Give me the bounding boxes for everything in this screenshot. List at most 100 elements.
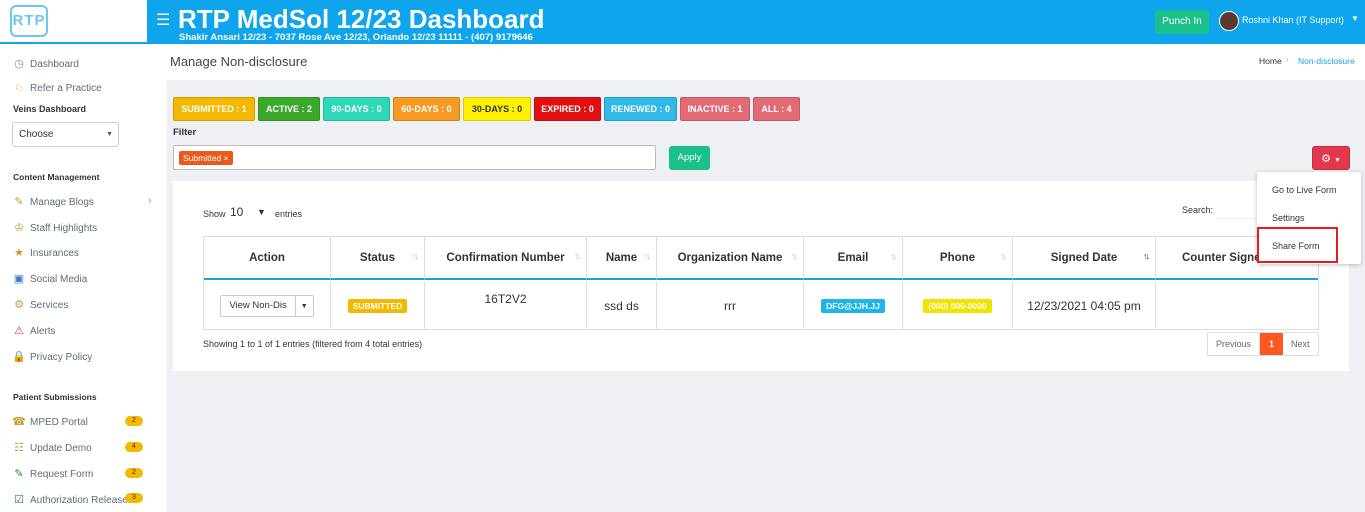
- status-all-button[interactable]: ALL : 4: [753, 97, 800, 121]
- column-header-email[interactable]: Email ↑↓: [804, 237, 903, 280]
- sidebar-item-dashboard[interactable]: ◷ Dashboard: [12, 57, 79, 71]
- punch-in-button[interactable]: Punch In: [1155, 10, 1209, 34]
- entries-select[interactable]: 10: [230, 205, 243, 219]
- sidebar-item-staff-highlights[interactable]: ♔ Staff Highlights: [12, 221, 97, 235]
- count-badge: 3: [125, 493, 143, 503]
- staff-icon: ♔: [14, 222, 24, 234]
- sidebar-item-authorization-release[interactable]: ☑ Authorization Release: [12, 493, 128, 507]
- table-cell-confirmation: 16T2V2: [425, 282, 587, 329]
- sort-icon: ↑↓: [1000, 251, 1007, 261]
- sort-icon: ↑↓: [791, 251, 798, 261]
- sort-icon: ↑↓: [890, 251, 897, 261]
- count-badge: 2: [125, 468, 143, 478]
- logo: RTP: [10, 5, 48, 37]
- status-renewed-button[interactable]: RENEWED : 0: [604, 97, 677, 121]
- status-badge: SUBMITTED: [347, 299, 408, 313]
- sidebar: ◷ Dashboard ♘ Refer a Practice Veins Das…: [0, 44, 167, 512]
- table-cell-phone: (000) 000-0000: [903, 282, 1013, 329]
- veins-label: Veins Dashboard: [13, 104, 87, 114]
- dashboard-icon: ◷: [14, 58, 24, 70]
- sidebar-item-social-media[interactable]: ▣ Social Media: [12, 272, 87, 286]
- sidebar-item-privacy-policy[interactable]: 🔒 Privacy Policy: [12, 350, 92, 364]
- view-non-dis-button[interactable]: View Non-Dis ▼: [220, 295, 314, 317]
- search-label: Search:: [1182, 205, 1214, 215]
- sort-icon: ↑↓: [644, 251, 651, 261]
- phone-badge[interactable]: (000) 000-0000: [923, 299, 992, 313]
- column-header-organization[interactable]: Organization Name ↑↓: [657, 237, 804, 280]
- refer-icon: ♘: [14, 82, 24, 94]
- gear-icon: ⚙: [1321, 153, 1331, 165]
- sidebar-item-refer[interactable]: ♘ Refer a Practice: [12, 81, 102, 95]
- page-title-bar: Manage Non-disclosure Home › Non-disclos…: [167, 44, 1365, 80]
- column-header-phone[interactable]: Phone ↑↓: [903, 237, 1013, 280]
- breadcrumb-home[interactable]: Home: [1259, 56, 1282, 66]
- chevron-down-icon[interactable]: ▼: [296, 303, 313, 310]
- column-header-name[interactable]: Name ↑↓: [587, 237, 657, 280]
- sidebar-item-services[interactable]: ⚙ Services: [12, 298, 68, 312]
- table-cell-signed-date: 12/23/2021 04:05 pm: [1013, 282, 1156, 329]
- blog-icon: ✎: [14, 196, 24, 208]
- status-inactive-button[interactable]: INACTIVE : 1: [680, 97, 750, 121]
- chevron-down-icon[interactable]: ▼: [1351, 14, 1359, 23]
- menu-item-go-to-live-form[interactable]: Go to Live Form: [1272, 185, 1337, 195]
- page-title: Manage Non-disclosure: [170, 54, 308, 69]
- table-cell-name: ssd ds: [587, 282, 657, 329]
- privacy-icon: 🔒: [12, 351, 26, 363]
- email-badge[interactable]: DFG@JJH.JJ: [821, 299, 885, 313]
- status-expired-button[interactable]: EXPIRED : 0: [534, 97, 601, 121]
- table-cell-organization: rrr: [657, 282, 804, 329]
- portal-icon: ☎: [12, 416, 26, 428]
- chevron-right-icon[interactable]: ›: [148, 195, 151, 206]
- sort-icon: ↑↓: [412, 251, 419, 261]
- table-cell-email: DFG@JJH.JJ: [804, 282, 903, 329]
- table-card: Show 10 ▼ entries Search: Action Status ↑…: [173, 181, 1349, 371]
- previous-page-button[interactable]: Previous: [1208, 333, 1261, 355]
- filter-input[interactable]: Submitted ×: [173, 145, 656, 170]
- table-cell-status: SUBMITTED: [331, 282, 425, 329]
- settings-gear-button[interactable]: ⚙ ▼: [1312, 146, 1350, 170]
- hamburger-menu-icon[interactable]: ☰: [156, 10, 170, 30]
- share-form-highlight-box: [1257, 227, 1338, 263]
- next-page-button[interactable]: Next: [1283, 333, 1318, 355]
- count-badge: 4: [125, 442, 143, 452]
- app-title: RTP MedSol 12/23 Dashboard: [178, 4, 545, 34]
- demo-icon: ☷: [14, 442, 24, 454]
- status-active-button[interactable]: ACTIVE : 2: [258, 97, 320, 121]
- sidebar-item-request-form[interactable]: ✎ Request Form: [12, 467, 93, 481]
- pagination: Previous 1 Next: [1207, 332, 1319, 356]
- column-header-confirmation[interactable]: Confirmation Number ↑↓: [425, 237, 587, 280]
- filter-tag-submitted[interactable]: Submitted ×: [179, 151, 233, 165]
- chevron-right-icon: ›: [1286, 55, 1289, 64]
- user-name[interactable]: Roshni Khan (IT Support): [1242, 15, 1344, 25]
- logo-container[interactable]: RTP: [0, 0, 147, 44]
- sidebar-item-insurances[interactable]: ★ Insurances: [12, 246, 79, 260]
- apply-button[interactable]: Apply: [669, 146, 710, 170]
- top-header: RTP ☰ RTP MedSol 12/23 Dashboard Shakir …: [0, 0, 1365, 44]
- sidebar-item-update-demo[interactable]: ☷ Update Demo: [12, 441, 92, 455]
- search-input[interactable]: [1216, 201, 1256, 219]
- status-60-days-button[interactable]: 60-DAYS : 0: [393, 97, 460, 121]
- app-subtitle: Shakir Ansari 12/23 - 7037 Rose Ave 12/2…: [179, 32, 533, 43]
- table-cell-action: View Non-Dis ▼: [204, 282, 331, 329]
- sidebar-item-mped-portal[interactable]: ☎ MPED Portal: [12, 415, 88, 429]
- status-30-days-button[interactable]: 30-DAYS : 0: [463, 97, 531, 121]
- table-cell-counter-signed: [1156, 282, 1318, 329]
- column-header-signed-date[interactable]: Signed Date ↑↓: [1013, 237, 1156, 280]
- insurance-icon: ★: [14, 247, 24, 259]
- page-1-button[interactable]: 1: [1260, 333, 1284, 355]
- patient-submissions-heading: Patient Submissions: [13, 392, 97, 402]
- breadcrumb-current: Non-disclosure: [1298, 56, 1355, 66]
- column-header-status[interactable]: Status ↑↓: [331, 237, 425, 280]
- status-90-days-button[interactable]: 90-DAYS : 0: [323, 97, 390, 121]
- sidebar-item-alerts[interactable]: ⚠ Alerts: [12, 324, 56, 338]
- status-submitted-button[interactable]: SUBMITTED : 1: [173, 97, 255, 121]
- alert-icon: ⚠: [14, 325, 24, 337]
- avatar[interactable]: [1219, 11, 1239, 31]
- veins-dashboard-select[interactable]: Choose ▼: [12, 122, 119, 147]
- form-icon: ✎: [14, 468, 24, 480]
- menu-item-settings[interactable]: Settings: [1272, 213, 1305, 223]
- show-label: Show: [203, 209, 226, 219]
- sort-desc-icon: ↑↓: [1143, 251, 1150, 261]
- sidebar-item-manage-blogs[interactable]: ✎ Manage Blogs: [12, 195, 94, 209]
- chevron-down-icon[interactable]: ▼: [257, 207, 266, 217]
